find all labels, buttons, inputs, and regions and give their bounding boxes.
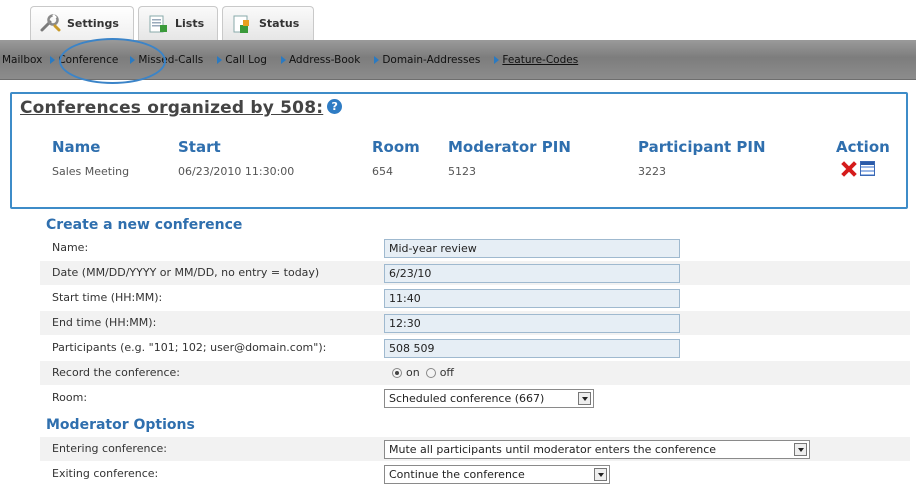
- column-header-moderator-pin: Moderator PIN: [448, 138, 571, 156]
- entering-select-value: Mute all participants until moderator en…: [389, 443, 717, 456]
- column-header-action: Action: [836, 138, 890, 156]
- list-icon: [147, 14, 169, 34]
- record-radio-group: on off: [392, 366, 454, 379]
- form-row-date: Date (MM/DD/YYYY or MM/DD, no entry = to…: [40, 261, 910, 285]
- entering-label: Entering conference:: [52, 442, 167, 455]
- delete-icon[interactable]: [840, 160, 858, 178]
- conference-start-cell: 06/23/2010 11:30:00: [178, 165, 295, 178]
- tab-lists[interactable]: Lists: [138, 6, 218, 40]
- form-row-exiting: Exiting conference: Continue the confere…: [40, 462, 910, 486]
- tab-status-label: Status: [259, 17, 300, 30]
- room-select-value: Scheduled conference (667): [389, 392, 545, 405]
- conference-room-cell: 654: [372, 165, 393, 178]
- column-header-start: Start: [178, 138, 221, 156]
- column-header-name: Name: [52, 138, 101, 156]
- subnav-conference[interactable]: Conference: [50, 54, 118, 66]
- tab-bar: Settings Lists Status: [0, 0, 916, 40]
- chevron-down-icon: [578, 392, 591, 405]
- subnav-address-book[interactable]: Address-Book: [280, 54, 360, 66]
- arrow-right-icon: [280, 55, 286, 64]
- form-row-start-time: Start time (HH:MM):: [40, 286, 910, 310]
- form-row-participants: Participants (e.g. "101; 102; user@domai…: [40, 336, 910, 360]
- participants-input[interactable]: [384, 339, 680, 358]
- arrow-right-icon: [217, 55, 223, 64]
- arrow-right-icon: [130, 55, 136, 64]
- tab-settings[interactable]: Settings: [30, 6, 134, 40]
- record-on-radio[interactable]: [392, 367, 402, 378]
- arrow-right-icon: [374, 55, 380, 64]
- subnav-domain-addresses[interactable]: Domain-Addresses: [374, 54, 480, 66]
- name-input[interactable]: [384, 239, 680, 258]
- subnav-call-log[interactable]: Call Log: [217, 54, 267, 66]
- record-off-radio[interactable]: [425, 367, 436, 378]
- status-icon: [231, 14, 253, 34]
- tab-lists-label: Lists: [175, 17, 205, 30]
- arrow-right-icon: [50, 55, 56, 64]
- conference-list-panel: Conferences organized by 508:? Name Star…: [10, 92, 908, 209]
- start-time-input[interactable]: [384, 289, 680, 308]
- edit-icon[interactable]: [860, 161, 875, 176]
- chevron-down-icon: [594, 468, 607, 481]
- subnav-feature-codes[interactable]: Feature-Codes: [494, 54, 578, 66]
- chevron-down-icon: [794, 443, 807, 456]
- arrow-right-icon: [494, 55, 500, 64]
- sub-navigation: Mailbox Conference Missed-Calls Call Log…: [0, 40, 916, 80]
- date-label: Date (MM/DD/YYYY or MM/DD, no entry = to…: [52, 266, 320, 279]
- column-header-participant-pin: Participant PIN: [638, 138, 766, 156]
- exiting-select-value: Continue the conference: [389, 468, 525, 481]
- form-row-entering: Entering conference: Mute all participan…: [40, 437, 910, 461]
- end-time-label: End time (HH:MM):: [52, 316, 157, 329]
- name-label: Name:: [52, 241, 89, 254]
- subnav-mailbox[interactable]: Mailbox: [0, 54, 42, 66]
- form-row-end-time: End time (HH:MM):: [40, 311, 910, 335]
- form-row-record: Record the conference: on off: [40, 361, 910, 385]
- tab-status[interactable]: Status: [222, 6, 314, 40]
- conference-list-title: Conferences organized by 508:?: [20, 98, 343, 118]
- form-row-name: Name:: [40, 236, 910, 260]
- conference-name-cell: Sales Meeting: [52, 165, 130, 178]
- start-time-label: Start time (HH:MM):: [52, 291, 163, 304]
- end-time-input[interactable]: [384, 314, 680, 333]
- room-label: Room:: [52, 391, 88, 404]
- exiting-select[interactable]: Continue the conference: [384, 465, 610, 484]
- form-row-room: Room: Scheduled conference (667): [40, 386, 910, 410]
- entering-select[interactable]: Mute all participants until moderator en…: [384, 440, 810, 459]
- date-input[interactable]: [384, 264, 680, 283]
- conference-moderator-pin-cell: 5123: [448, 165, 476, 178]
- record-off-label: off: [439, 366, 455, 379]
- participants-label: Participants (e.g. "101; 102; user@domai…: [52, 341, 327, 354]
- wrench-icon: [39, 13, 61, 34]
- conference-participant-pin-cell: 3223: [638, 165, 666, 178]
- column-header-room: Room: [372, 138, 420, 156]
- record-on-label: on: [406, 366, 420, 379]
- create-conference-heading: Create a new conference: [46, 217, 243, 233]
- subnav-missed-calls[interactable]: Missed-Calls: [130, 54, 203, 66]
- tab-settings-label: Settings: [67, 17, 119, 30]
- record-label: Record the conference:: [52, 366, 180, 379]
- help-icon[interactable]: ?: [327, 99, 343, 114]
- exiting-label: Exiting conference:: [52, 467, 159, 480]
- moderator-options-heading: Moderator Options: [46, 417, 195, 433]
- room-select[interactable]: Scheduled conference (667): [384, 389, 594, 408]
